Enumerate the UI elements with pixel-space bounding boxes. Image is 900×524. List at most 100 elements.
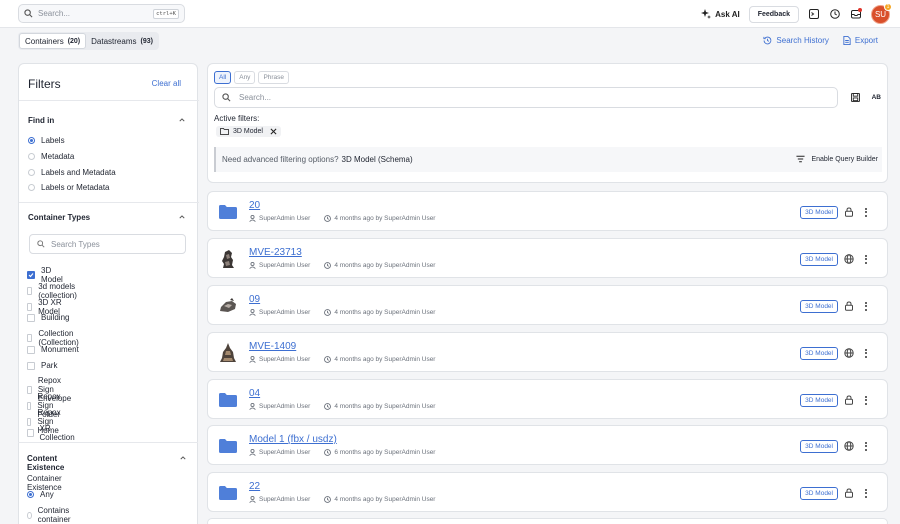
type-badge: 3D Model — [800, 206, 838, 219]
user-icon — [249, 449, 256, 456]
radio-button[interactable] — [27, 511, 32, 519]
inbox-icon[interactable] — [850, 8, 862, 20]
clock-icon — [324, 356, 332, 363]
radio-button[interactable] — [28, 169, 35, 176]
result-owner: SuperAdmin User — [259, 496, 311, 503]
option-label: Monument — [41, 345, 79, 354]
checkbox[interactable] — [27, 361, 35, 370]
result-title-link[interactable]: 04 — [249, 388, 260, 399]
result-card[interactable]: 09 SuperAdmin User 4 months ago by Super… — [207, 285, 888, 325]
type-option[interactable]: Building — [27, 313, 69, 322]
chevron-up-icon[interactable] — [180, 455, 186, 461]
search-types-input[interactable]: Search Types — [29, 234, 186, 254]
mode-phrase-button[interactable]: Phrase — [258, 71, 290, 84]
result-card-partial[interactable] — [207, 518, 888, 524]
result-card[interactable]: 20 SuperAdmin User 4 months ago by Super… — [207, 191, 888, 231]
option-label: Labels and Metadata — [41, 168, 116, 177]
result-meta: SuperAdmin User 4 months ago by SuperAdm… — [249, 496, 435, 503]
chevron-up-icon[interactable] — [179, 214, 185, 220]
checkbox[interactable] — [27, 287, 33, 295]
result-modified: 4 months ago by SuperAdmin User — [334, 262, 436, 269]
global-search-input[interactable]: Search... ctrl+K — [18, 4, 185, 23]
option-label: Building — [41, 313, 70, 322]
enable-query-builder-button[interactable]: Enable Query Builder — [796, 155, 878, 163]
user-icon — [249, 309, 256, 316]
existence-contains-option[interactable]: Contains container — [27, 506, 73, 524]
result-title-link[interactable]: Model 1 (fbx / usdz) — [249, 434, 337, 445]
radio-button[interactable] — [28, 137, 35, 144]
feedback-button[interactable]: Feedback — [748, 5, 799, 23]
tab-containers[interactable]: Containers (20) — [19, 33, 87, 49]
result-modified: 4 months ago by SuperAdmin User — [334, 309, 436, 316]
filters-title: Filters — [28, 77, 61, 91]
find-in-metadata-option[interactable]: Metadata — [28, 152, 74, 161]
result-card[interactable]: 04 SuperAdmin User 4 months ago by Super… — [207, 379, 888, 419]
type-option[interactable]: Park — [27, 361, 57, 370]
checkbox[interactable] — [27, 271, 35, 279]
export-link[interactable]: Export — [843, 36, 878, 45]
result-title-link[interactable]: MVE-1409 — [249, 341, 296, 352]
checkbox[interactable] — [27, 345, 35, 354]
content-existence-heading: Content Existence — [27, 454, 65, 472]
mode-all-button[interactable]: All — [214, 71, 232, 84]
result-type-tabs: Containers (20) Datastreams (93) — [18, 32, 159, 50]
user-avatar[interactable]: SU 1 — [871, 2, 892, 24]
result-title-link[interactable]: 09 — [249, 294, 260, 305]
find-in-labels-option[interactable]: Labels — [28, 136, 65, 145]
ask-ai-button[interactable]: Ask AI — [701, 9, 740, 19]
lock-icon — [845, 395, 853, 405]
result-card[interactable]: MVE-23713 SuperAdmin User 4 months ago b… — [207, 238, 888, 278]
find-in-labels-and-metadata-option[interactable]: Labels and Metadata — [28, 168, 116, 177]
search-icon — [37, 240, 45, 248]
more-options-icon[interactable] — [861, 440, 871, 452]
query-search-input[interactable]: Search... — [214, 87, 838, 108]
radio-button[interactable] — [28, 153, 35, 160]
terminal-icon[interactable] — [808, 8, 820, 20]
avatar-initials: SU — [874, 9, 887, 19]
radio-button[interactable] — [28, 184, 35, 191]
type-badge: 3D Model — [800, 300, 838, 313]
schema-link[interactable]: 3D Model (Schema) — [342, 155, 413, 164]
more-options-icon[interactable] — [861, 206, 871, 218]
more-options-icon[interactable] — [861, 300, 871, 312]
type-option[interactable]: XR Collection — [27, 424, 76, 442]
result-title-link[interactable]: 20 — [249, 200, 260, 211]
history-icon[interactable] — [829, 8, 841, 20]
existence-any-option[interactable]: Any — [27, 490, 54, 499]
result-title-link[interactable]: MVE-23713 — [249, 247, 302, 258]
sparkle-icon — [701, 9, 712, 19]
check-icon — [28, 273, 34, 278]
checkbox[interactable] — [27, 429, 34, 437]
result-card[interactable]: MVE-1409 SuperAdmin User 4 months ago by… — [207, 332, 888, 372]
checkbox[interactable] — [27, 303, 33, 311]
result-owner: SuperAdmin User — [259, 449, 311, 456]
chevron-up-icon[interactable] — [179, 117, 185, 123]
mode-any-button[interactable]: Any — [234, 71, 256, 84]
save-icon[interactable] — [850, 93, 860, 102]
checkbox[interactable] — [27, 313, 35, 322]
search-icon — [24, 9, 33, 18]
option-label: Labels or Metadata — [41, 183, 110, 192]
lock-icon — [845, 301, 853, 311]
result-card[interactable]: Model 1 (fbx / usdz) SuperAdmin User 6 m… — [207, 425, 888, 465]
clear-all-button[interactable]: Clear all — [152, 79, 181, 88]
result-card[interactable]: 22 SuperAdmin User 4 months ago by Super… — [207, 472, 888, 512]
more-options-icon[interactable] — [861, 394, 871, 406]
radio-button[interactable] — [27, 491, 34, 498]
case-sensitive-toggle[interactable]: AB — [872, 94, 881, 101]
close-icon[interactable] — [270, 128, 277, 135]
more-options-icon[interactable] — [861, 487, 871, 499]
find-in-heading: Find in — [28, 116, 55, 125]
more-options-icon[interactable] — [861, 253, 871, 265]
tab-datastreams[interactable]: Datastreams (93) — [86, 33, 158, 49]
result-title-link[interactable]: 22 — [249, 481, 260, 492]
clock-icon — [324, 262, 332, 269]
result-modified: 4 months ago by SuperAdmin User — [334, 403, 436, 410]
top-bar: Search... ctrl+K Ask AI Feedback SU 1 — [0, 0, 900, 28]
type-option[interactable]: Monument — [27, 345, 79, 354]
option-label: Labels — [41, 136, 65, 145]
search-history-link[interactable]: Search History — [763, 36, 829, 45]
find-in-labels-or-metadata-option[interactable]: Labels or Metadata — [28, 183, 110, 192]
checkbox[interactable] — [27, 334, 33, 342]
more-options-icon[interactable] — [861, 347, 871, 359]
